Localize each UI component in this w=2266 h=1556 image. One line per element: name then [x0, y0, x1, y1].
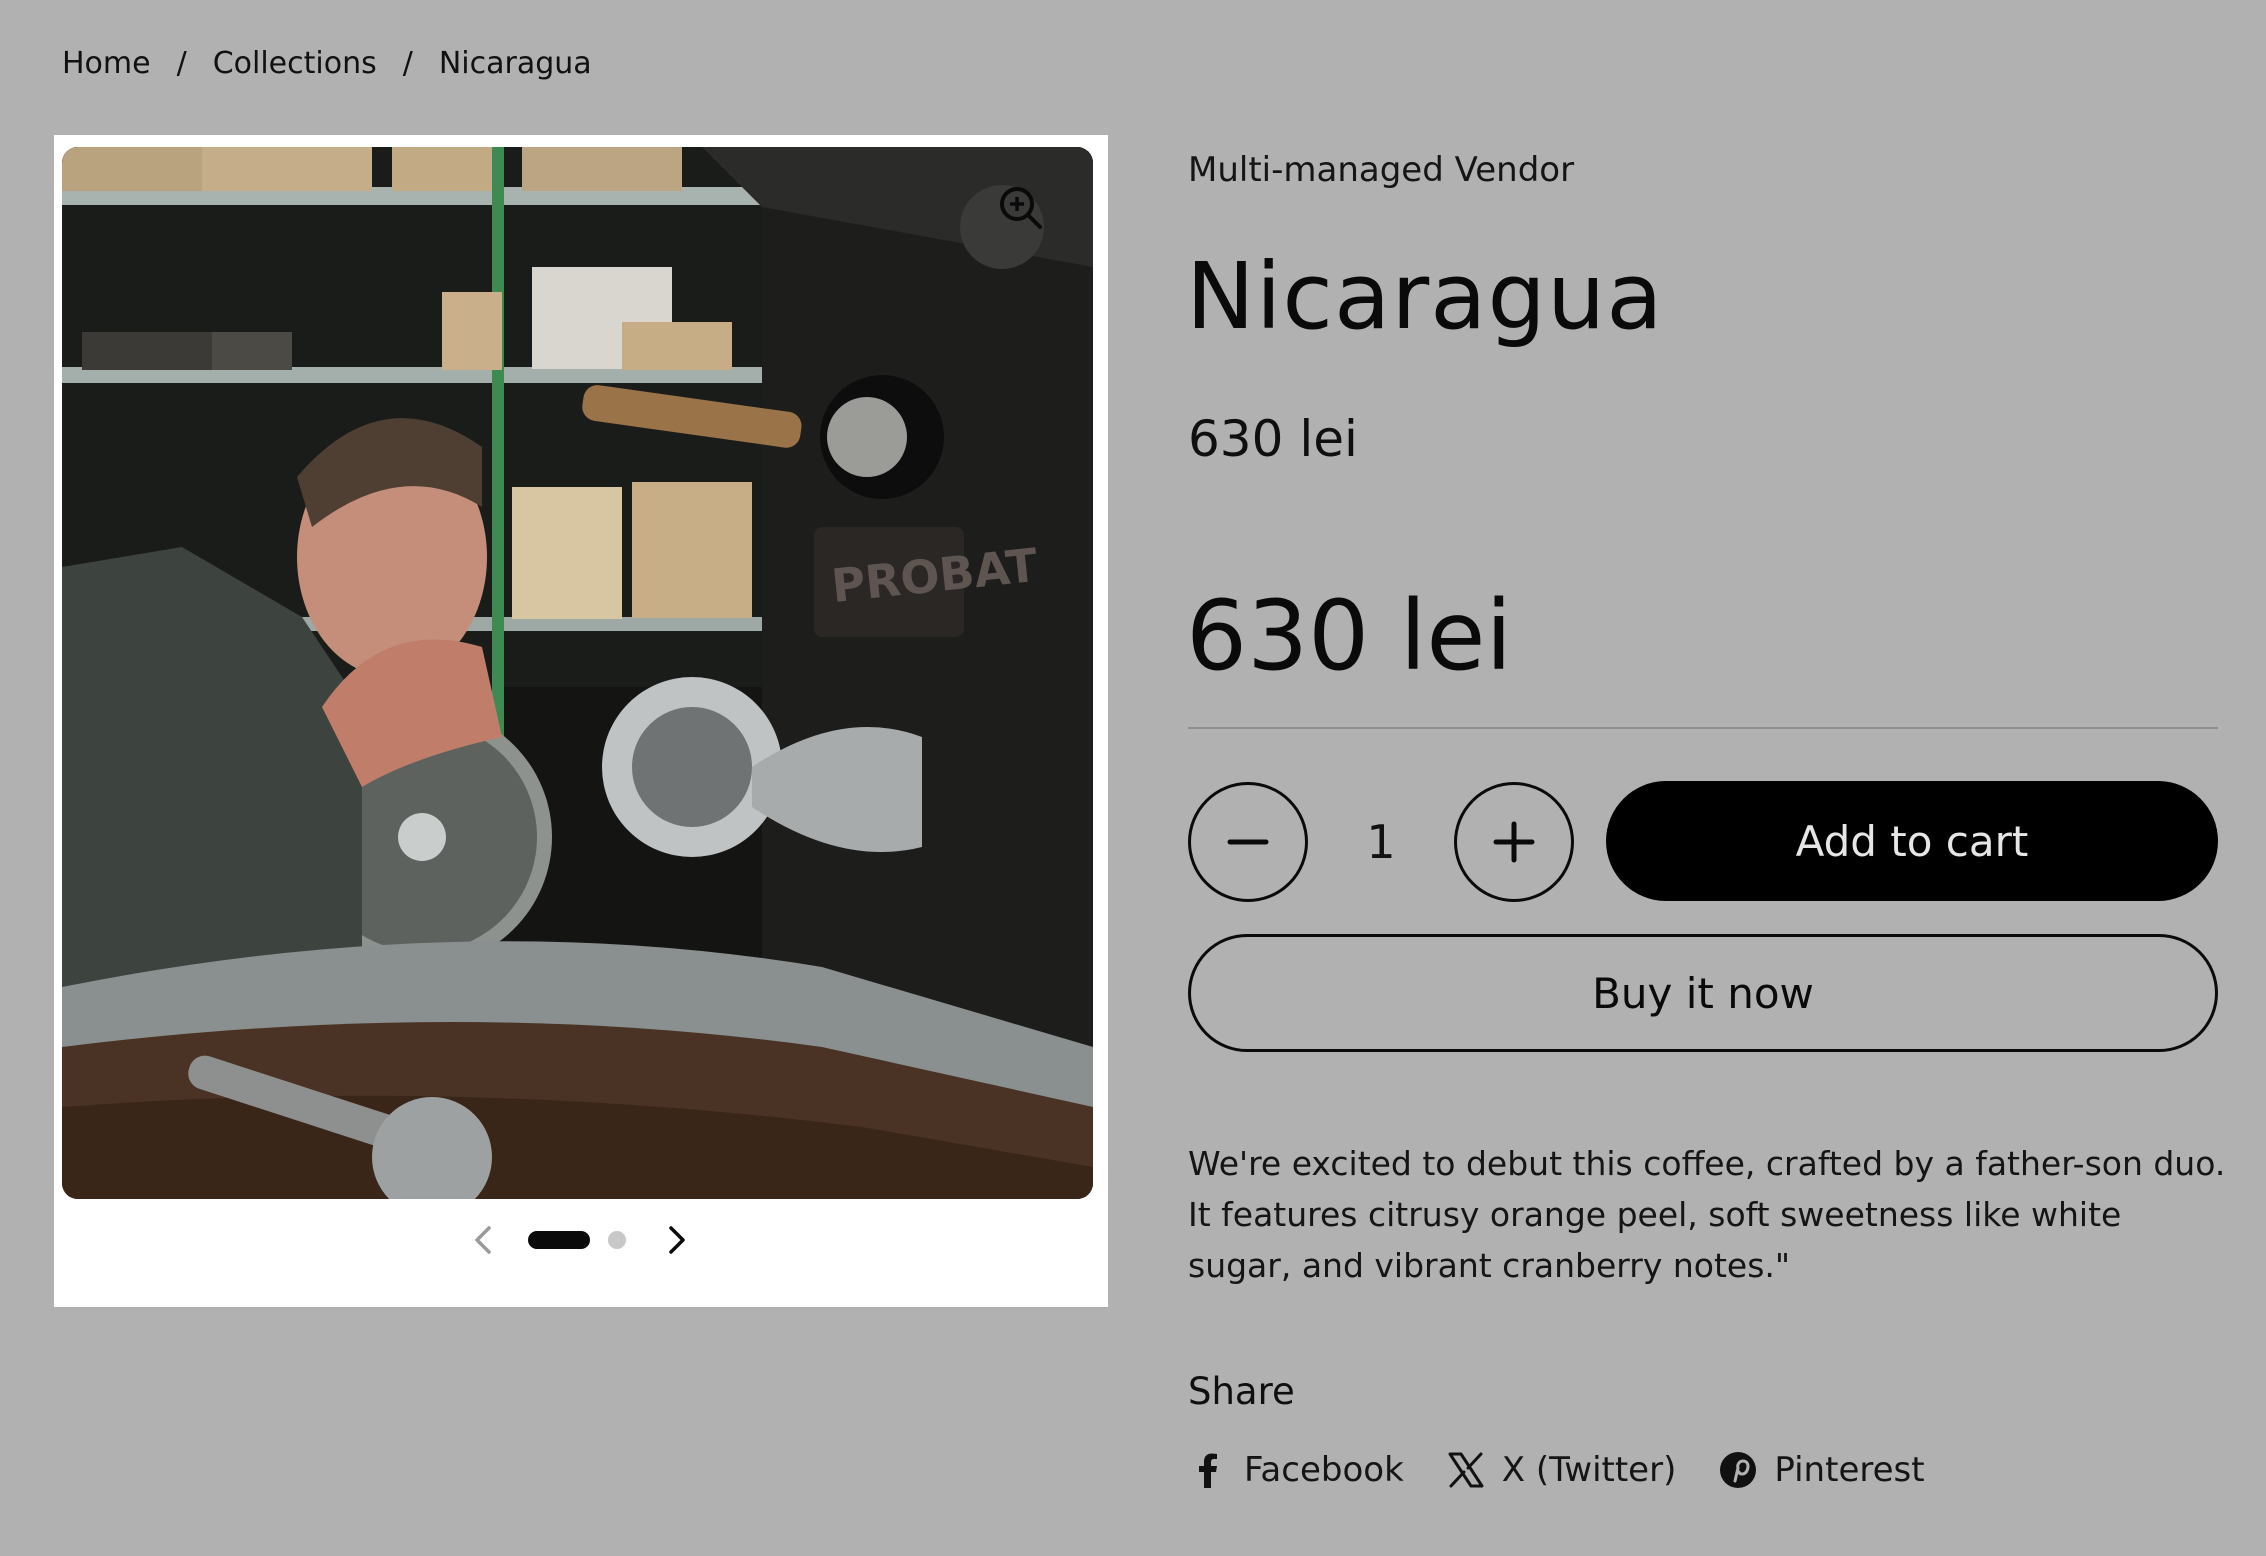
breadcrumb: Home / Collections / Nicaragua: [62, 46, 592, 81]
plus-icon: [1493, 821, 1535, 863]
divider: [1188, 727, 2218, 729]
chevron-left-icon[interactable]: [464, 1220, 504, 1260]
facebook-icon: [1199, 1453, 1217, 1488]
share-pinterest-link[interactable]: Pinterest: [1718, 1450, 1925, 1490]
breadcrumb-separator: /: [402, 46, 413, 81]
product-price: 630 lei: [1188, 410, 1358, 468]
share-links: Facebook X (Twitter) Pinterest: [1188, 1450, 1967, 1490]
breadcrumb-current: Nicaragua: [438, 46, 592, 81]
quantity-input[interactable]: 1: [1308, 782, 1454, 902]
add-to-cart-button[interactable]: Add to cart: [1606, 781, 2218, 901]
share-facebook-label: Facebook: [1244, 1450, 1404, 1490]
slide-dot-active[interactable]: [528, 1231, 590, 1249]
product-image[interactable]: PROBAT: [62, 147, 1093, 1199]
breadcrumb-collections[interactable]: Collections: [213, 46, 377, 81]
quantity-decrease-button[interactable]: [1188, 782, 1308, 902]
slide-dot[interactable]: [608, 1231, 626, 1249]
product-title: Nicaragua: [1186, 243, 1664, 350]
share-pinterest-label: Pinterest: [1774, 1450, 1925, 1490]
slider-navigation: [54, 1220, 1108, 1260]
minus-icon: [1227, 839, 1269, 845]
breadcrumb-separator: /: [176, 46, 187, 81]
buy-it-now-button[interactable]: Buy it now: [1188, 934, 2218, 1052]
product-photo-illustration: PROBAT: [62, 147, 1093, 1199]
share-twitter-link[interactable]: X (Twitter): [1446, 1450, 1677, 1490]
zoom-icon[interactable]: [996, 183, 1046, 233]
breadcrumb-home[interactable]: Home: [62, 46, 151, 81]
chevron-right-icon[interactable]: [656, 1220, 696, 1260]
product-price-large: 630 lei: [1186, 580, 1513, 692]
product-vendor: Multi-managed Vendor: [1188, 150, 1575, 190]
x-twitter-icon: [1448, 1452, 1484, 1488]
share-twitter-label: X (Twitter): [1501, 1450, 1677, 1490]
share-facebook-link[interactable]: Facebook: [1188, 1450, 1404, 1490]
pinterest-icon: [1720, 1452, 1757, 1488]
share-heading: Share: [1188, 1370, 1295, 1413]
product-description: We're excited to debut this coffee, craf…: [1188, 1144, 2226, 1285]
quantity-increase-button[interactable]: [1454, 782, 1574, 902]
product-gallery: PROBAT: [54, 135, 1108, 1307]
